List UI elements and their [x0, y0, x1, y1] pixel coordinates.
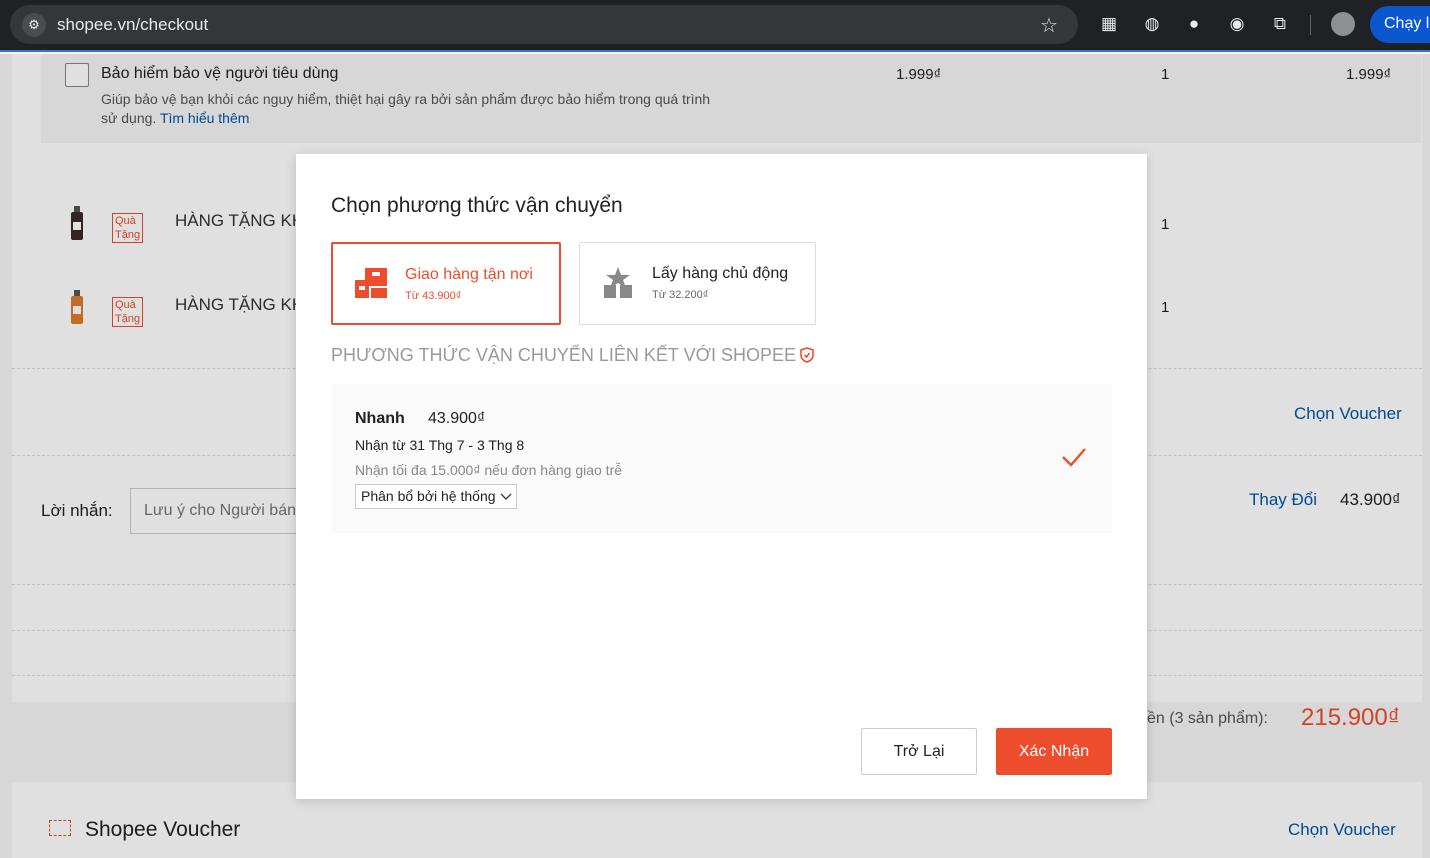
- option-self-pickup[interactable]: Lấy hàng chủ động Từ 32.200₫: [579, 242, 816, 325]
- shipping-method-card[interactable]: Nhanh 43.900₫ Nhận từ 31 Thg 7 - 3 Thg 8…: [331, 384, 1112, 533]
- shield-icon: [800, 347, 814, 363]
- option-price: Từ 32.200₫: [652, 289, 709, 301]
- browser-toolbar: ⚙ shopee.vn/checkout ☆ ▦ ◍ ● ◉ ⧉ Chạy l: [0, 0, 1430, 52]
- confirm-button[interactable]: Xác Nhận: [996, 728, 1112, 775]
- carrier-select[interactable]: Phân bổ bởi hệ thống: [355, 484, 517, 509]
- color-extension-icon[interactable]: ●: [1183, 13, 1205, 35]
- pickup-box-icon: [604, 267, 632, 298]
- selected-check-icon: [1062, 448, 1086, 467]
- globe-extension-icon[interactable]: ◍: [1141, 13, 1163, 35]
- qr-code-icon[interactable]: ▦: [1098, 13, 1120, 35]
- modal-title: Chọn phương thức vận chuyển: [331, 194, 623, 217]
- toolbar-divider: [1310, 15, 1311, 35]
- run-button[interactable]: Chạy l: [1370, 6, 1430, 43]
- method-guarantee-note: Nhận tối đa 15.000₫ nếu đơn hàng giao tr…: [355, 462, 623, 478]
- method-name: Nhanh: [355, 410, 405, 427]
- delivery-truck-icon: [355, 268, 387, 298]
- shipping-method-modal: Chọn phương thức vận chuyển Giao hàng tậ…: [296, 154, 1147, 799]
- linked-methods-heading: PHƯƠNG THỨC VẬN CHUYỂN LIÊN KẾT VỚI SHOP…: [331, 345, 814, 366]
- method-price: 43.900₫: [428, 410, 486, 427]
- chevron-down-icon: [500, 493, 511, 500]
- profile-avatar[interactable]: [1331, 12, 1355, 36]
- camera-icon[interactable]: ◉: [1226, 13, 1248, 35]
- address-bar[interactable]: ⚙ shopee.vn/checkout ☆: [10, 5, 1078, 44]
- method-eta: Nhận từ 31 Thg 7 - 3 Thg 8: [355, 437, 525, 453]
- option-price: Từ 43.900₫: [405, 290, 462, 302]
- bookmark-star-icon[interactable]: ☆: [1040, 13, 1058, 38]
- option-label: Giao hàng tận nơi: [405, 266, 533, 283]
- option-label: Lấy hàng chủ động: [652, 265, 789, 282]
- option-home-delivery[interactable]: Giao hàng tận nơi Từ 43.900₫: [331, 242, 561, 325]
- site-settings-icon[interactable]: ⚙: [22, 13, 46, 37]
- puzzle-extensions-icon[interactable]: ⧉: [1269, 13, 1291, 35]
- back-button[interactable]: Trở Lại: [861, 728, 977, 775]
- url-text[interactable]: shopee.vn/checkout: [57, 15, 208, 35]
